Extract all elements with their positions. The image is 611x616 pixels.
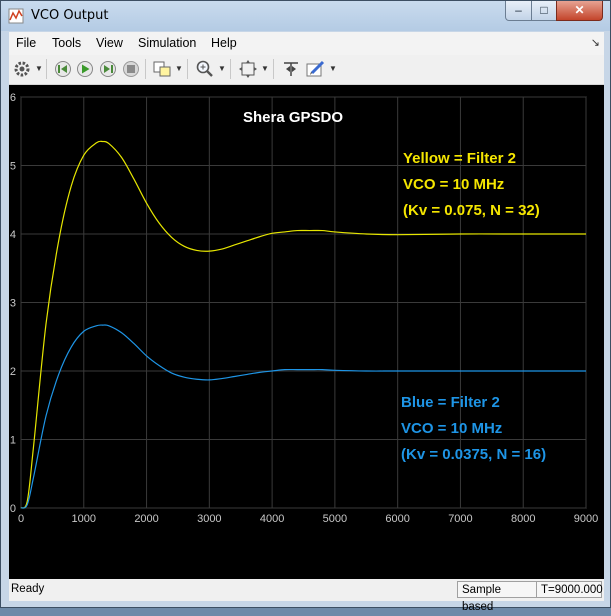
status-ready-text: Ready bbox=[11, 583, 45, 595]
scope-window: VCO Output – □ ✕ File Tools View Simulat… bbox=[0, 0, 611, 613]
yellow-annotation-line-2: VCO = 10 MHz bbox=[403, 176, 504, 193]
window-title: VCO Output bbox=[31, 8, 109, 23]
yellow-annotation-line-1: Yellow = Filter 2 bbox=[403, 150, 516, 167]
x-tick-label: 1000 bbox=[72, 513, 96, 525]
toolbar: ▼ ▼ ▼ ▼ ▼ bbox=[9, 55, 604, 85]
blue-annotation-line-2: VCO = 10 MHz bbox=[401, 420, 502, 437]
blue-annotation: Blue = Filter 2 VCO = 10 MHz (Kv = 0.037… bbox=[401, 394, 546, 463]
y-tick-label: 6 bbox=[10, 92, 16, 104]
status-bar: Ready Sample based T=9000.000 bbox=[9, 579, 604, 613]
menu-help[interactable]: Help bbox=[211, 36, 237, 50]
y-tick-label: 0 bbox=[10, 503, 16, 515]
x-tick-label: 0 bbox=[18, 513, 24, 525]
x-tick-label: 4000 bbox=[260, 513, 284, 525]
y-tick-label: 5 bbox=[10, 161, 16, 173]
fit-to-view-icon[interactable] bbox=[237, 59, 259, 79]
blue-annotation-line-1: Blue = Filter 2 bbox=[401, 394, 500, 411]
y-tick-label: 3 bbox=[10, 298, 16, 310]
step-back-icon[interactable] bbox=[52, 59, 74, 79]
title-bar[interactable]: VCO Output – □ ✕ bbox=[1, 1, 610, 31]
stop-icon[interactable] bbox=[120, 59, 142, 79]
run-icon[interactable] bbox=[74, 59, 96, 79]
x-tick-label: 3000 bbox=[197, 513, 221, 525]
scope-plot-area[interactable]: 0 1000 2000 3000 4000 5000 6000 7000 8000 9000 0 1 2… bbox=[9, 85, 604, 579]
style-dropdown-icon[interactable]: ▼ bbox=[329, 64, 337, 73]
menu-bar: File Tools View Simulation Help ↘ bbox=[9, 32, 604, 55]
blue-series-line bbox=[20, 324, 586, 509]
scope-app-icon bbox=[8, 8, 24, 24]
toolbar-separator bbox=[187, 59, 188, 79]
x-tick-label: 5000 bbox=[323, 513, 347, 525]
sim-time-indicator: T=9000.000 bbox=[536, 581, 603, 598]
menu-dock-arrow-icon[interactable]: ↘ bbox=[591, 36, 600, 49]
minimize-button[interactable]: – bbox=[505, 1, 532, 21]
highlight-dropdown-icon[interactable]: ▼ bbox=[175, 64, 183, 73]
x-tick-label: 8000 bbox=[511, 513, 535, 525]
scope-chart[interactable]: 0 1000 2000 3000 4000 5000 6000 7000 8000 9000 0 1 2… bbox=[9, 85, 604, 579]
highlight-icon[interactable] bbox=[151, 59, 173, 79]
cursor-measure-icon[interactable] bbox=[280, 59, 302, 79]
y-tick-label: 2 bbox=[10, 366, 16, 378]
zoom-icon[interactable] bbox=[194, 59, 216, 79]
menu-simulation[interactable]: Simulation bbox=[138, 36, 196, 50]
menu-file[interactable]: File bbox=[16, 36, 36, 50]
parameters-dropdown-icon[interactable]: ▼ bbox=[35, 64, 43, 73]
parameters-gear-icon[interactable] bbox=[11, 59, 33, 79]
toolbar-separator bbox=[273, 59, 274, 79]
y-tick-label: 4 bbox=[10, 229, 16, 241]
sample-mode-indicator: Sample based bbox=[457, 581, 537, 613]
x-tick-label: 9000 bbox=[574, 513, 598, 525]
fit-dropdown-icon[interactable]: ▼ bbox=[261, 64, 269, 73]
menu-view[interactable]: View bbox=[96, 36, 123, 50]
toolbar-separator bbox=[145, 59, 146, 79]
yellow-annotation-line-3: (Kv = 0.075, N = 32) bbox=[403, 202, 540, 219]
style-pen-icon[interactable] bbox=[304, 59, 326, 79]
zoom-dropdown-icon[interactable]: ▼ bbox=[218, 64, 226, 73]
x-tick-label: 2000 bbox=[134, 513, 158, 525]
close-button[interactable]: ✕ bbox=[556, 1, 603, 21]
chart-title: Shera GPSDO bbox=[243, 109, 343, 126]
blue-annotation-line-3: (Kv = 0.0375, N = 16) bbox=[401, 446, 546, 463]
maximize-button[interactable]: □ bbox=[531, 1, 557, 21]
x-tick-label: 7000 bbox=[448, 513, 472, 525]
x-tick-label: 6000 bbox=[385, 513, 409, 525]
toolbar-separator bbox=[46, 59, 47, 79]
step-forward-icon[interactable] bbox=[97, 59, 119, 79]
menu-tools[interactable]: Tools bbox=[52, 36, 81, 50]
toolbar-separator bbox=[230, 59, 231, 79]
y-tick-label: 1 bbox=[10, 435, 16, 447]
yellow-annotation: Yellow = Filter 2 VCO = 10 MHz (Kv = 0.0… bbox=[403, 150, 540, 219]
